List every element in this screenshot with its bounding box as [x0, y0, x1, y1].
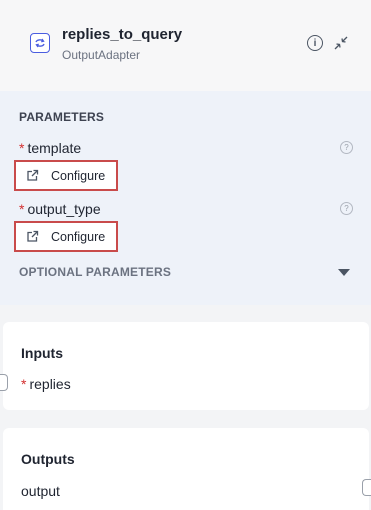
required-marker: * — [21, 376, 27, 392]
output-output: output — [21, 483, 60, 499]
input-handle[interactable] — [0, 374, 8, 391]
optional-parameters-heading[interactable]: OPTIONAL PARAMETERS — [19, 265, 171, 279]
configure-output-type-button[interactable]: Configure — [26, 224, 109, 249]
outputs-heading: Outputs — [21, 451, 75, 467]
input-replies: * replies — [21, 376, 71, 392]
help-icon[interactable]: ? — [340, 141, 353, 154]
configure-template-button[interactable]: Configure — [26, 163, 109, 188]
param-output-type-label: * output_type — [19, 201, 101, 217]
configure-template-highlight: Configure — [14, 160, 119, 191]
param-template-label: * template — [19, 140, 81, 156]
param-name: template — [27, 140, 82, 156]
port-name: replies — [29, 376, 71, 392]
node-subtitle: OutputAdapter — [62, 48, 141, 62]
param-name: output_type — [27, 201, 101, 217]
configure-label: Configure — [51, 229, 106, 244]
adapter-cycle-icon — [30, 33, 50, 53]
open-external-icon — [27, 169, 39, 181]
outputs-card: Outputs output — [3, 428, 369, 510]
node-header: replies_to_query OutputAdapter i — [0, 0, 371, 91]
parameters-section: PARAMETERS * template ? Configure * output… — [0, 91, 371, 305]
inputs-heading: Inputs — [21, 345, 63, 361]
parameters-heading: PARAMETERS — [19, 110, 105, 124]
collapse-arrows-icon[interactable] — [333, 35, 349, 51]
inputs-card: Inputs * replies — [3, 322, 369, 410]
help-icon[interactable]: ? — [340, 202, 353, 215]
configure-label: Configure — [51, 168, 106, 183]
open-external-icon — [27, 230, 39, 242]
configure-output-type-highlight: Configure — [14, 221, 119, 252]
node-title: replies_to_query — [62, 26, 183, 43]
info-icon[interactable]: i — [307, 35, 323, 51]
required-marker: * — [19, 201, 25, 217]
required-marker: * — [19, 140, 25, 156]
chevron-down-icon[interactable] — [338, 269, 350, 276]
output-handle[interactable] — [362, 479, 371, 496]
